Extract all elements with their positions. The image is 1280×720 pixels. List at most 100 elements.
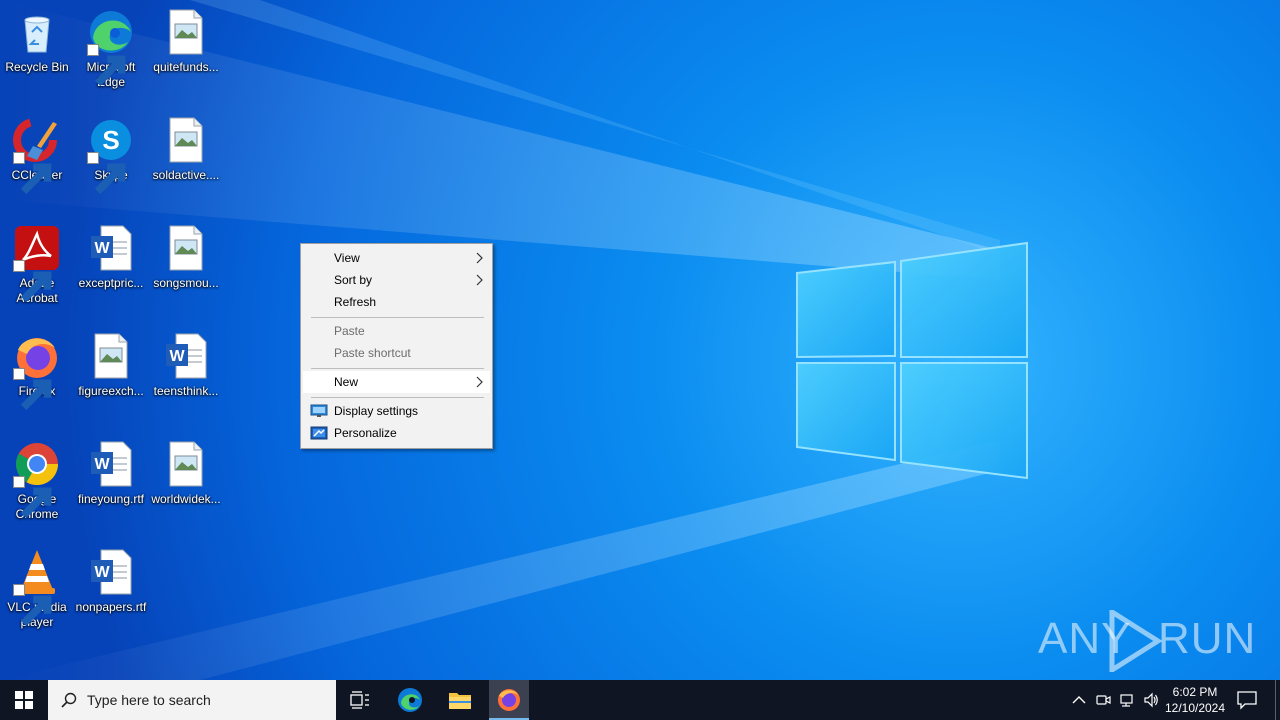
desktop-icon[interactable]: Adobe Acrobat: [0, 224, 74, 306]
clock-date: 12/10/2024: [1164, 701, 1226, 715]
taskbar-search-box[interactable]: Type here to search: [48, 680, 336, 720]
menu-item-sort-by-label: Sort by: [334, 273, 373, 287]
volume-icon[interactable]: [1143, 692, 1159, 708]
taskbar-file-explorer-button[interactable]: [436, 680, 484, 720]
menu-item-sort-by[interactable]: Sort by: [303, 269, 490, 291]
shortcut-arrow-icon: [13, 368, 52, 411]
menu-item-paste-shortcut-label: Paste shortcut: [334, 346, 411, 360]
desktop-context-menu: View Sort by Refresh Paste Paste shortcu…: [300, 243, 493, 449]
clock-time: 6:02 PM: [1172, 685, 1218, 699]
menu-item-personalize[interactable]: Personalize: [303, 422, 490, 444]
edge-icon: [87, 8, 135, 87]
menu-item-display-settings-label: Display settings: [334, 404, 419, 418]
word-file-icon: W: [87, 224, 135, 272]
shortcut-arrow-icon: [13, 476, 52, 519]
menu-item-new-label: New: [334, 375, 359, 389]
personalize-icon: [310, 426, 328, 440]
shortcut-arrow-icon: [87, 152, 126, 195]
desktop-icon[interactable]: figureexch...: [74, 332, 148, 399]
start-button[interactable]: [0, 680, 48, 720]
desktop-icon[interactable]: soldactive....: [149, 116, 223, 183]
taskbar-edge-button[interactable]: [386, 680, 434, 720]
desktop-icon[interactable]: songsmou...: [149, 224, 223, 291]
menu-item-view-label: View: [334, 251, 360, 265]
desktop-icon-label: worldwidek...: [151, 492, 221, 506]
menu-item-paste[interactable]: Paste: [303, 320, 490, 342]
menu-separator: [311, 397, 484, 398]
shortcut-arrow-icon: [87, 44, 126, 87]
windows-logo-icon: [15, 691, 33, 709]
acrobat-icon: [13, 224, 61, 303]
desktop-icon[interactable]: quitefunds...: [149, 8, 223, 75]
desktop-icon[interactable]: VLC media player: [0, 548, 74, 630]
menu-item-refresh-label: Refresh: [334, 295, 377, 309]
desktop-icon[interactable]: Microsoft Edge: [74, 8, 148, 90]
desktop-icon-label: quitefunds...: [153, 60, 219, 74]
notifications-icon[interactable]: [1236, 690, 1258, 710]
taskbar-firefox-button[interactable]: [489, 680, 529, 720]
submenu-arrow-icon: [476, 252, 483, 264]
word-file-icon: W: [162, 332, 210, 380]
meet-now-icon[interactable]: [1095, 692, 1111, 708]
svg-text:W: W: [94, 564, 110, 581]
shortcut-arrow-icon: [13, 152, 52, 195]
menu-item-refresh[interactable]: Refresh: [303, 291, 490, 313]
folder-icon: [449, 693, 471, 709]
shortcut-arrow-icon: [13, 584, 52, 627]
desktop-icon[interactable]: Wnonpapers.rtf: [74, 548, 148, 615]
image-file-icon: [87, 332, 135, 380]
submenu-arrow-icon: [476, 376, 483, 388]
display-icon: [310, 404, 328, 417]
skype-icon: S: [87, 116, 135, 195]
desktop-icon[interactable]: S Skype: [74, 116, 148, 195]
desktop-icon[interactable]: Wteensthink...: [149, 332, 223, 399]
search-icon: [61, 692, 77, 708]
desktop-icon-label: Recycle Bin: [5, 60, 69, 74]
desktop-icon-label: songsmou...: [153, 276, 219, 290]
menu-separator: [311, 317, 484, 318]
menu-item-view[interactable]: View: [303, 247, 490, 269]
desktop-icon[interactable]: Firefox: [0, 332, 74, 411]
chevron-up-icon[interactable]: [1071, 692, 1087, 708]
search-placeholder: Type here to search: [87, 692, 211, 708]
task-view-icon: [350, 691, 369, 709]
menu-item-paste-label: Paste: [334, 324, 365, 338]
image-file-icon: [162, 8, 210, 56]
firefox-icon: [498, 689, 520, 711]
menu-item-personalize-label: Personalize: [334, 426, 397, 440]
chrome-icon: [13, 440, 61, 519]
menu-separator: [311, 368, 484, 369]
watermark-text-right: RUN: [1158, 614, 1257, 663]
desktop-icon[interactable]: Wexceptpric...: [74, 224, 148, 291]
word-file-icon: W: [87, 440, 135, 488]
desktop-icon[interactable]: worldwidek...: [149, 440, 223, 507]
desktop-icon[interactable]: Wfineyoung.rtf: [74, 440, 148, 507]
show-desktop-button[interactable]: [1275, 680, 1280, 720]
ccleaner-icon: [13, 116, 61, 195]
shortcut-arrow-icon: [13, 260, 52, 303]
desktop-icon-label: nonpapers.rtf: [75, 600, 147, 614]
desktop-icon[interactable]: Recycle Bin: [0, 8, 74, 75]
desktop-icon[interactable]: Google Chrome: [0, 440, 74, 522]
menu-item-new[interactable]: New: [303, 371, 490, 393]
anyrun-watermark: ANY RUN: [1038, 606, 1255, 676]
desktop-icon-label: exceptpric...: [78, 276, 144, 290]
image-file-icon: [162, 440, 210, 488]
edge-icon: [398, 688, 422, 712]
taskbar-clock[interactable]: 6:02 PM 12/10/2024: [1160, 680, 1230, 720]
menu-item-paste-shortcut[interactable]: Paste shortcut: [303, 342, 490, 364]
desktop-icon-label: figureexch...: [78, 384, 144, 398]
firefox-icon: [13, 332, 61, 411]
task-view-button[interactable]: [336, 680, 384, 720]
menu-item-display-settings[interactable]: Display settings: [303, 400, 490, 422]
recycle-bin-icon: [13, 8, 61, 56]
svg-text:W: W: [94, 456, 110, 473]
submenu-arrow-icon: [476, 274, 483, 286]
desktop-icon[interactable]: CCleaner: [0, 116, 74, 195]
vlc-icon: [13, 548, 61, 627]
network-icon[interactable]: [1119, 692, 1135, 708]
desktop-icon-label: teensthink...: [153, 384, 219, 398]
taskbar: Type here to search 6:02 PM 12/10/2024: [0, 680, 1280, 720]
word-file-icon: W: [87, 548, 135, 596]
desktop-icon-label: fineyoung.rtf: [77, 492, 145, 506]
